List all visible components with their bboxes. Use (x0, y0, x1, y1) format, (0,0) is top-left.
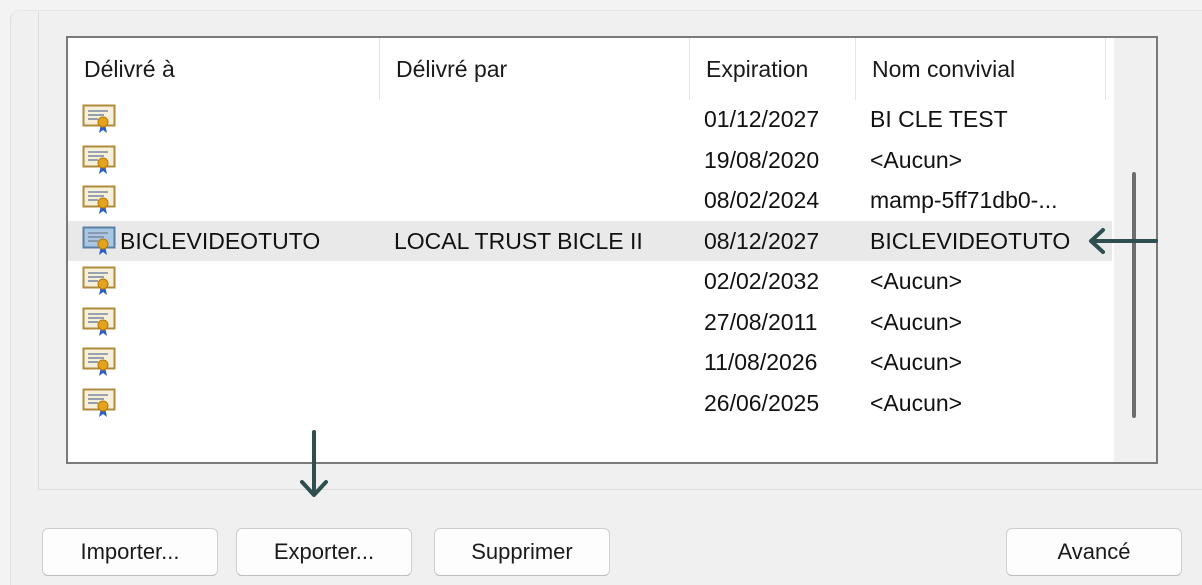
certificate-icon (82, 307, 116, 336)
cell-expiration: 08/02/2024 (704, 187, 820, 213)
cell-friendly-name: <Aucun> (870, 389, 963, 416)
certificate-icon (82, 226, 116, 255)
cell-friendly-name: BI CLE TEST (870, 106, 1008, 132)
cell-friendly-name: <Aucun> (870, 308, 963, 335)
column-header-issued-to[interactable]: Délivré à (68, 38, 380, 100)
delete-button[interactable]: Supprimer (434, 528, 610, 576)
cell-expiration: 27/08/2011 (704, 308, 818, 335)
certificate-icon (82, 145, 116, 174)
column-header-issued-by[interactable]: Délivré par (380, 38, 690, 100)
cell-expiration: 01/12/2027 (704, 106, 820, 132)
table-row[interactable]: BICLEVIDEOTUTO LOCAL TRUST BICLE II 08/12/… (68, 220, 1112, 261)
column-header-friendly-name[interactable]: Nom convivial (856, 38, 1106, 100)
column-header-expiration[interactable]: Expiration (690, 38, 856, 100)
table-row[interactable]: 26/06/2025 <Aucun> (68, 383, 1112, 423)
cell-friendly-name: mamp-5ff71db0-... (870, 187, 1058, 213)
cell-expiration: 19/08/2020 (704, 146, 820, 173)
certificate-icon (82, 185, 116, 214)
arrow-left-icon (1089, 228, 1158, 254)
arrow-down-icon (300, 430, 328, 497)
cell-expiration: 11/08/2026 (704, 349, 818, 375)
cell-issued-to: BICLEVIDEOTUTO (120, 227, 321, 254)
table-row[interactable]: 01/12/2027 BI CLE TEST (68, 99, 1112, 139)
list-header: Délivré à Délivré par Expiration Nom con… (68, 38, 1112, 100)
export-button[interactable]: Exporter... (236, 528, 412, 576)
certificate-list[interactable]: Délivré à Délivré par Expiration Nom con… (66, 36, 1158, 464)
cell-friendly-name: BICLEVIDEOTUTO (870, 227, 1071, 254)
certificate-icon (82, 266, 116, 295)
cell-expiration: 26/06/2025 (704, 389, 820, 416)
cell-expiration: 08/12/2027 (704, 227, 820, 254)
table-row[interactable]: 02/02/2032 <Aucun> (68, 261, 1112, 301)
scrollbar-thumb[interactable] (1132, 172, 1136, 418)
certificate-icon (82, 347, 116, 376)
cell-friendly-name: <Aucun> (870, 349, 963, 375)
certificate-icon (82, 104, 116, 133)
certificate-icon (82, 388, 116, 417)
table-row[interactable]: 08/02/2024 mamp-5ff71db0-... (68, 180, 1112, 220)
table-row[interactable]: 11/08/2026 <Aucun> (68, 342, 1112, 382)
cell-friendly-name: <Aucun> (870, 268, 963, 294)
cell-issued-by: LOCAL TRUST BICLE II (394, 227, 643, 254)
cell-expiration: 02/02/2032 (704, 268, 820, 294)
import-button[interactable]: Importer... (42, 528, 218, 576)
cell-friendly-name: <Aucun> (870, 146, 963, 173)
table-row[interactable]: 19/08/2020 <Aucun> (68, 140, 1112, 180)
table-row[interactable]: 27/08/2011 <Aucun> (68, 302, 1112, 342)
advanced-button[interactable]: Avancé (1006, 528, 1182, 576)
